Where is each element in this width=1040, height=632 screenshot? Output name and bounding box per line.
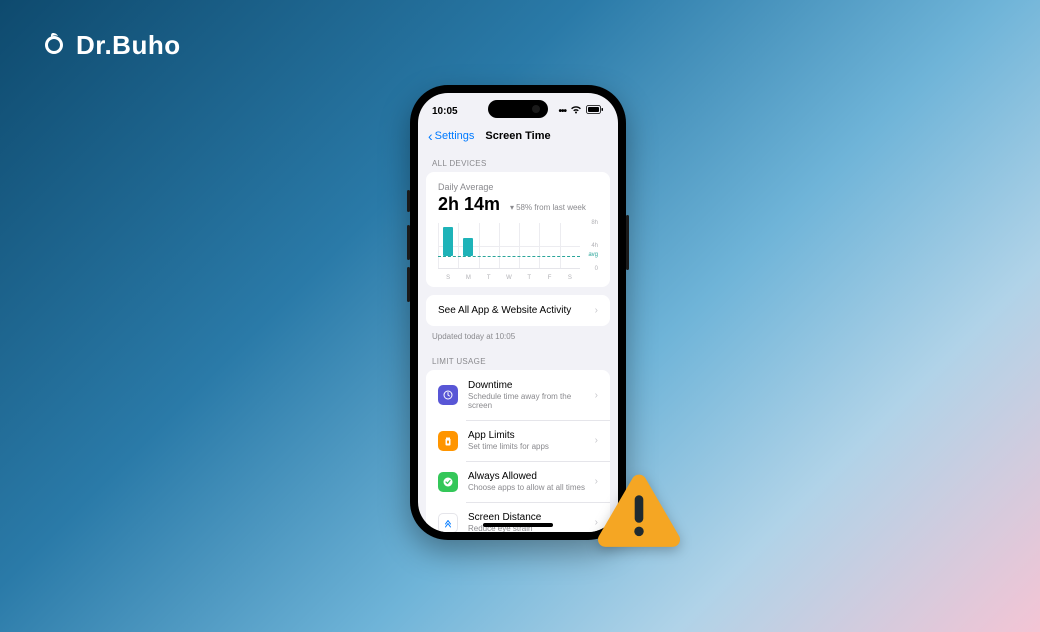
daily-average-card[interactable]: Daily Average 2h 14m ▾ 58% from last wee… bbox=[426, 172, 610, 287]
avg-label: avg bbox=[588, 252, 598, 258]
see-all-label: See All App & Website Activity bbox=[438, 305, 595, 316]
xtick: S bbox=[438, 275, 458, 281]
wifi-icon bbox=[570, 105, 582, 117]
ytick-top: 8h bbox=[591, 220, 598, 226]
phone-mockup: 10:05 ••• ‹ Settings Screen Time ALL DEV… bbox=[410, 85, 626, 540]
chevron-right-icon: › bbox=[595, 435, 598, 446]
updated-footnote: Updated today at 10:05 bbox=[418, 326, 618, 347]
usage-chart: 8h 4h 0 avg SMTWTFS bbox=[438, 223, 598, 281]
row-subtitle: Choose apps to allow at all times bbox=[468, 483, 595, 492]
chevron-right-icon: › bbox=[595, 390, 598, 401]
power-button bbox=[626, 215, 629, 270]
mute-switch bbox=[407, 190, 410, 212]
cellular-icon: ••• bbox=[558, 106, 566, 117]
daily-average-value: 2h 14m bbox=[438, 194, 500, 215]
dynamic-island bbox=[488, 100, 548, 118]
section-header-limit-usage: LIMIT USAGE bbox=[418, 347, 618, 370]
ytick-mid: 4h bbox=[591, 243, 598, 249]
row-subtitle: Schedule time away from the screen bbox=[468, 392, 595, 410]
ytick-bottom: 0 bbox=[595, 266, 598, 272]
xtick: T bbox=[519, 275, 539, 281]
row-title: App Limits bbox=[468, 430, 595, 441]
owl-icon bbox=[40, 32, 68, 60]
daily-average-delta: ▾ 58% from last week bbox=[510, 203, 586, 212]
row-title: Screen Distance bbox=[468, 512, 595, 523]
row-subtitle: Set time limits for apps bbox=[468, 442, 595, 451]
brand-text: Dr.Buho bbox=[76, 30, 181, 61]
xtick: S bbox=[560, 275, 580, 281]
row-title: Downtime bbox=[468, 380, 595, 391]
status-time: 10:05 bbox=[432, 106, 458, 117]
row-title: Always Allowed bbox=[468, 471, 595, 482]
arrow-down-icon: ▾ bbox=[510, 203, 514, 212]
xtick: T bbox=[479, 275, 499, 281]
usage-bar bbox=[443, 227, 453, 256]
xtick: M bbox=[458, 275, 478, 281]
navigation-bar: ‹ Settings Screen Time bbox=[418, 123, 618, 149]
xtick: W bbox=[499, 275, 519, 281]
back-button[interactable]: ‹ Settings bbox=[428, 129, 474, 143]
limit-row-applimits[interactable]: App LimitsSet time limits for apps› bbox=[426, 420, 610, 461]
page-title: Screen Time bbox=[485, 130, 550, 142]
home-indicator[interactable] bbox=[483, 523, 553, 527]
applimits-icon bbox=[438, 431, 458, 451]
downtime-icon bbox=[438, 385, 458, 405]
distance-icon bbox=[438, 513, 458, 533]
limit-row-distance[interactable]: Screen DistanceReduce eye strain› bbox=[426, 502, 610, 532]
chevron-right-icon: › bbox=[595, 305, 598, 316]
limit-row-always[interactable]: Always AllowedChoose apps to allow at al… bbox=[426, 461, 610, 502]
always-icon bbox=[438, 472, 458, 492]
brand-logo: Dr.Buho bbox=[40, 30, 181, 61]
back-label: Settings bbox=[435, 130, 475, 142]
section-header-all-devices: ALL DEVICES bbox=[418, 149, 618, 172]
volume-up-button bbox=[407, 225, 410, 260]
usage-bar bbox=[463, 238, 473, 256]
battery-icon bbox=[586, 105, 604, 117]
warning-icon bbox=[596, 471, 682, 547]
volume-down-button bbox=[407, 267, 410, 302]
daily-average-label: Daily Average bbox=[438, 182, 598, 192]
see-all-activity-row[interactable]: See All App & Website Activity › bbox=[426, 295, 610, 326]
chevron-left-icon: ‹ bbox=[428, 129, 433, 143]
xtick: F bbox=[539, 275, 559, 281]
limit-row-downtime[interactable]: DowntimeSchedule time away from the scre… bbox=[426, 370, 610, 420]
delta-text: 58% from last week bbox=[516, 203, 586, 212]
